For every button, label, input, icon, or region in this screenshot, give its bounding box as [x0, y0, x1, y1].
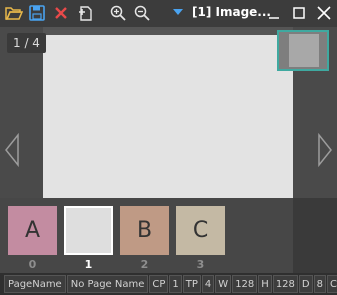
page-counter: 1 / 4: [7, 33, 46, 53]
chevron-right-icon[interactable]: [317, 133, 333, 167]
current-page-label: CP: [149, 275, 169, 293]
thumbnail-letter: A: [24, 218, 41, 243]
thumbnail-strip-end: [293, 198, 337, 273]
height-label: H: [258, 275, 272, 293]
navigator-minimap[interactable]: [277, 30, 329, 71]
close-image-icon[interactable]: [51, 3, 71, 23]
open-folder-icon[interactable]: [4, 3, 24, 23]
thumbnail-index: 1: [84, 258, 93, 271]
page-name-value: No Page Name: [66, 275, 149, 293]
width-value: 128: [232, 275, 258, 293]
dropdown-icon[interactable]: [173, 9, 183, 15]
thumbnail-letter: C: [192, 218, 209, 243]
status-bar: PageName No Page Name CP 1 TP 4 W 128 H …: [0, 273, 337, 295]
window-title: [1] Image...: [192, 5, 271, 19]
thumbnail-index: 0: [28, 258, 37, 271]
width-label: W: [215, 275, 232, 293]
current-page-value: 1: [169, 275, 182, 293]
thumbnail-index: 3: [196, 258, 205, 271]
depth-value: 8: [313, 275, 326, 293]
depth-label: D: [298, 275, 313, 293]
image-viewer[interactable]: 1 / 4 A 0 1 B 2 C 3: [0, 27, 337, 273]
minimize-icon[interactable]: [263, 3, 285, 23]
chevron-left-icon[interactable]: [4, 133, 20, 167]
minimap-viewport[interactable]: [289, 34, 319, 67]
save-icon[interactable]: [27, 3, 47, 23]
page-name-label: PageName: [4, 275, 66, 293]
thumbnail-page-1[interactable]: [64, 206, 113, 255]
thumbnail-letter: B: [136, 218, 153, 243]
thumbnail-index: 2: [140, 258, 149, 271]
total-pages-value: 4: [201, 275, 215, 293]
zoom-in-icon[interactable]: [108, 3, 128, 23]
maximize-icon[interactable]: [288, 3, 310, 23]
thumbnail-page-0[interactable]: A: [8, 206, 57, 255]
thumbnail-page-2[interactable]: B: [120, 206, 169, 255]
height-value: 128: [272, 275, 298, 293]
total-pages-label: TP: [182, 275, 201, 293]
thumbnail-page-3[interactable]: C: [176, 206, 225, 255]
zoom-out-icon[interactable]: [132, 3, 152, 23]
title-bar: [1] Image...: [0, 0, 337, 27]
close-icon[interactable]: [313, 3, 335, 23]
add-page-icon[interactable]: [75, 3, 95, 23]
channels-label: C: [326, 275, 337, 293]
thumbnail-strip: A 0 1 B 2 C 3: [0, 198, 337, 273]
current-page-canvas[interactable]: [43, 35, 293, 199]
